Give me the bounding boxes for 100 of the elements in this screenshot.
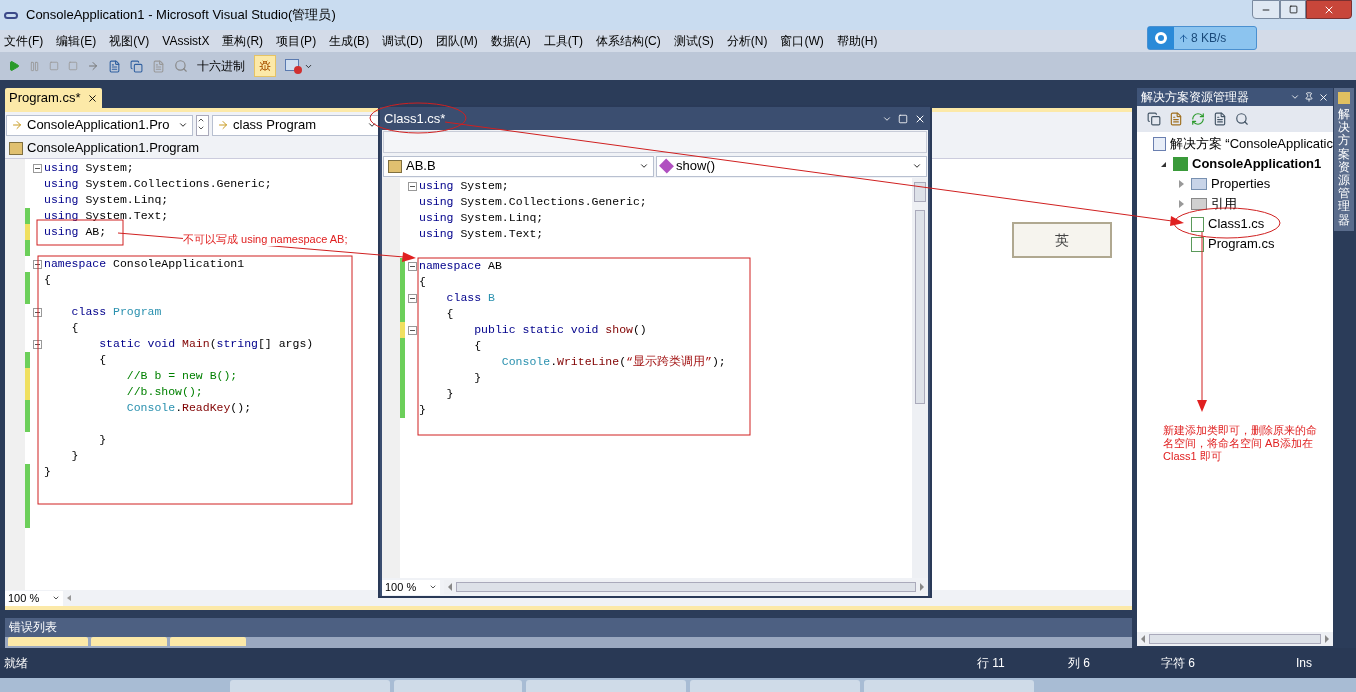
scroll-left-icon[interactable] xyxy=(67,595,71,601)
minimize-button[interactable] xyxy=(1252,0,1280,19)
dropdown-caret-icon xyxy=(912,161,922,171)
code-line: Console.ReadKey(); xyxy=(125,400,252,416)
code-line: using System.Linq; xyxy=(419,210,544,226)
collapse-icon[interactable] xyxy=(407,325,417,335)
tree-item[interactable]: Program.cs xyxy=(1208,234,1275,254)
menu-item[interactable]: 重构(R) xyxy=(222,32,264,50)
code-line: using System.Text; xyxy=(419,226,544,242)
breadcrumb[interactable]: ConsoleApplication1.Program xyxy=(27,138,199,158)
window-title: Class1.cs* xyxy=(384,109,446,128)
pin-icon[interactable] xyxy=(1304,92,1314,102)
code-line: using System.Linq; xyxy=(44,192,169,208)
menu-item[interactable]: 团队(M) xyxy=(435,32,478,50)
collapse-icon[interactable] xyxy=(32,339,42,349)
collapse-icon[interactable] xyxy=(32,307,42,317)
code-line: //b.show(); xyxy=(125,384,203,400)
vertical-scrollbar[interactable] xyxy=(912,178,928,578)
maximize-icon xyxy=(1288,5,1298,14)
menu-item[interactable]: 编辑(E) xyxy=(56,32,97,50)
code-line: { xyxy=(473,338,482,354)
code-line: } xyxy=(44,464,51,480)
ime-toolbar[interactable]: 英 xyxy=(1012,222,1112,258)
menu-item[interactable]: 窗口(W) xyxy=(780,32,824,50)
magnifier-icon[interactable] xyxy=(174,59,188,73)
panel-title: 解决方案资源管理器 xyxy=(1141,89,1250,106)
insert-mode: Ins xyxy=(1296,655,1313,672)
line-number: 行 11 xyxy=(977,655,1006,672)
zoom-dropdown[interactable]: 100 % xyxy=(5,590,63,606)
collapse-icon[interactable] xyxy=(32,259,42,269)
code-line: using System.Text; xyxy=(44,208,169,224)
zoom-dropdown[interactable]: 100 % xyxy=(382,579,440,595)
toggle-button[interactable] xyxy=(254,55,276,77)
dropdown-caret-icon xyxy=(429,583,437,591)
hex-display-button[interactable]: 十六进制 xyxy=(197,57,245,75)
member-dropdown[interactable]: show() xyxy=(656,155,927,177)
code-line: using System; xyxy=(419,178,509,194)
upload-speed: 8 KB/s xyxy=(1191,30,1227,47)
status-text: 就绪 xyxy=(3,655,29,672)
menu-item[interactable]: 调试(D) xyxy=(382,32,423,50)
bug-icon xyxy=(259,60,271,72)
arrow-icon xyxy=(217,119,229,131)
tree-item[interactable]: Class1.cs xyxy=(1208,214,1265,234)
code-line: class B xyxy=(445,290,495,306)
tree-item[interactable]: 解决方案 “ConsoleApplicatic xyxy=(1169,134,1333,154)
menu-item[interactable]: 数据(A) xyxy=(490,32,531,50)
code-line: //B b = new B(); xyxy=(125,368,238,384)
dropdown-caret-icon[interactable] xyxy=(1290,92,1300,102)
close-icon[interactable] xyxy=(1318,91,1329,103)
upload-arrow-icon xyxy=(1178,32,1189,44)
code-line: using System.Collections.Generic; xyxy=(419,194,647,210)
code-line: using System.Collections.Generic; xyxy=(44,176,272,192)
annotation-note: 不可以写成 using namespace AB; xyxy=(183,233,348,246)
show-files-icon[interactable] xyxy=(1169,112,1183,126)
split-spinner-icon[interactable] xyxy=(196,114,209,136)
menu-item[interactable]: 帮助(H) xyxy=(836,32,878,50)
menu-item[interactable]: 体系结构(C) xyxy=(596,32,661,50)
code-line: namespace AB xyxy=(419,258,502,274)
menu-item[interactable]: 分析(N) xyxy=(726,32,768,50)
collapse-icon[interactable] xyxy=(407,181,417,191)
code-line: namespace ConsoleApplication1 xyxy=(44,256,245,272)
code-line: using AB; xyxy=(44,224,107,240)
menu-item[interactable]: 文件(F) xyxy=(4,32,44,50)
code-line: } xyxy=(98,432,107,448)
collapsed-arrow-icon[interactable] xyxy=(1178,180,1184,188)
close-button[interactable] xyxy=(1306,0,1352,19)
breakpoint-dropdown-button[interactable] xyxy=(285,58,313,74)
expanded-arrow-icon[interactable] xyxy=(1160,161,1166,167)
collapse-icon[interactable] xyxy=(407,261,417,271)
panel-title: 错误列表 xyxy=(8,619,58,636)
close-tab-icon[interactable] xyxy=(86,92,98,104)
type-dropdown[interactable]: ConsoleApplication1.Pro xyxy=(6,114,193,136)
tree-item[interactable]: ConsoleApplication1 xyxy=(1192,154,1322,174)
restart-icon[interactable] xyxy=(68,61,78,71)
collapsed-arrow-icon[interactable] xyxy=(1178,200,1184,208)
maximize-button[interactable] xyxy=(1280,0,1306,19)
menu-item[interactable]: 测试(S) xyxy=(673,32,714,50)
document-tab[interactable]: Program.cs* xyxy=(5,88,102,108)
tree-item[interactable]: Properties xyxy=(1211,174,1271,194)
code-line: { xyxy=(419,274,426,290)
refresh-icon[interactable] xyxy=(1191,112,1205,126)
horizontal-scrollbar[interactable] xyxy=(1137,632,1333,646)
collapse-icon[interactable] xyxy=(407,293,417,303)
code-line: } xyxy=(70,448,79,464)
menu-item[interactable]: 视图(V) xyxy=(109,32,150,50)
maximize-icon[interactable] xyxy=(898,113,908,124)
code-line: { xyxy=(445,306,454,322)
collapse-icon[interactable] xyxy=(32,163,42,173)
side-tab[interactable]: 解决方案资源管理器 xyxy=(1334,88,1354,231)
start-icon[interactable] xyxy=(8,60,20,72)
menu-item[interactable]: 工具(T) xyxy=(543,32,584,50)
menu-item[interactable]: 生成(B) xyxy=(329,32,370,50)
type-dropdown[interactable]: AB.B xyxy=(383,155,654,177)
tree-item[interactable]: 引用 xyxy=(1211,194,1237,214)
column-number: 列 6 xyxy=(1068,655,1091,672)
code-line: { xyxy=(98,352,107,368)
menu-item[interactable]: VAssistX xyxy=(162,32,210,50)
code-line: class Program xyxy=(70,304,162,320)
annotation-note: 新建添加类即可，删除原来的命名空间，将命名空间 AB添加在Class1 即可 xyxy=(1163,424,1317,463)
menu-item[interactable]: 项目(P) xyxy=(276,32,317,50)
